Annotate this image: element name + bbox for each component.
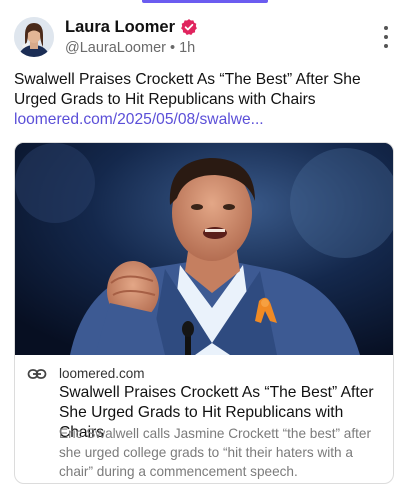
- link-domain: loomered.com: [59, 366, 145, 381]
- post-time[interactable]: 1h: [179, 40, 195, 56]
- avatar[interactable]: [14, 17, 54, 57]
- verified-badge-icon: [180, 18, 198, 36]
- meta-separator: •: [169, 40, 176, 56]
- post-text: Swalwell Praises Crockett As “The Best” …: [14, 71, 361, 108]
- link-preview-image[interactable]: [15, 143, 393, 355]
- link-description: Eric Swalwell calls Jasmine Crockett “th…: [59, 426, 371, 479]
- top-accent-bar: [142, 0, 268, 3]
- link-preview-body[interactable]: loomered.com Swalwell Praises Crockett A…: [15, 355, 393, 483]
- author-handle[interactable]: @LauraLoomer: [65, 40, 166, 56]
- author-block: Laura Loomer @LauraLoomer • 1h: [65, 16, 198, 60]
- post-meta: @LauraLoomer • 1h: [65, 40, 198, 60]
- author-name[interactable]: Laura Loomer: [65, 18, 175, 37]
- post-header: Laura Loomer @LauraLoomer • 1h: [14, 14, 394, 60]
- more-options-icon[interactable]: [382, 26, 390, 48]
- link-preview-card[interactable]: loomered.com Swalwell Praises Crockett A…: [14, 142, 394, 484]
- post-link[interactable]: loomered.com/2025/05/08/swalwe...: [14, 110, 264, 130]
- link-chain-icon: [27, 367, 47, 381]
